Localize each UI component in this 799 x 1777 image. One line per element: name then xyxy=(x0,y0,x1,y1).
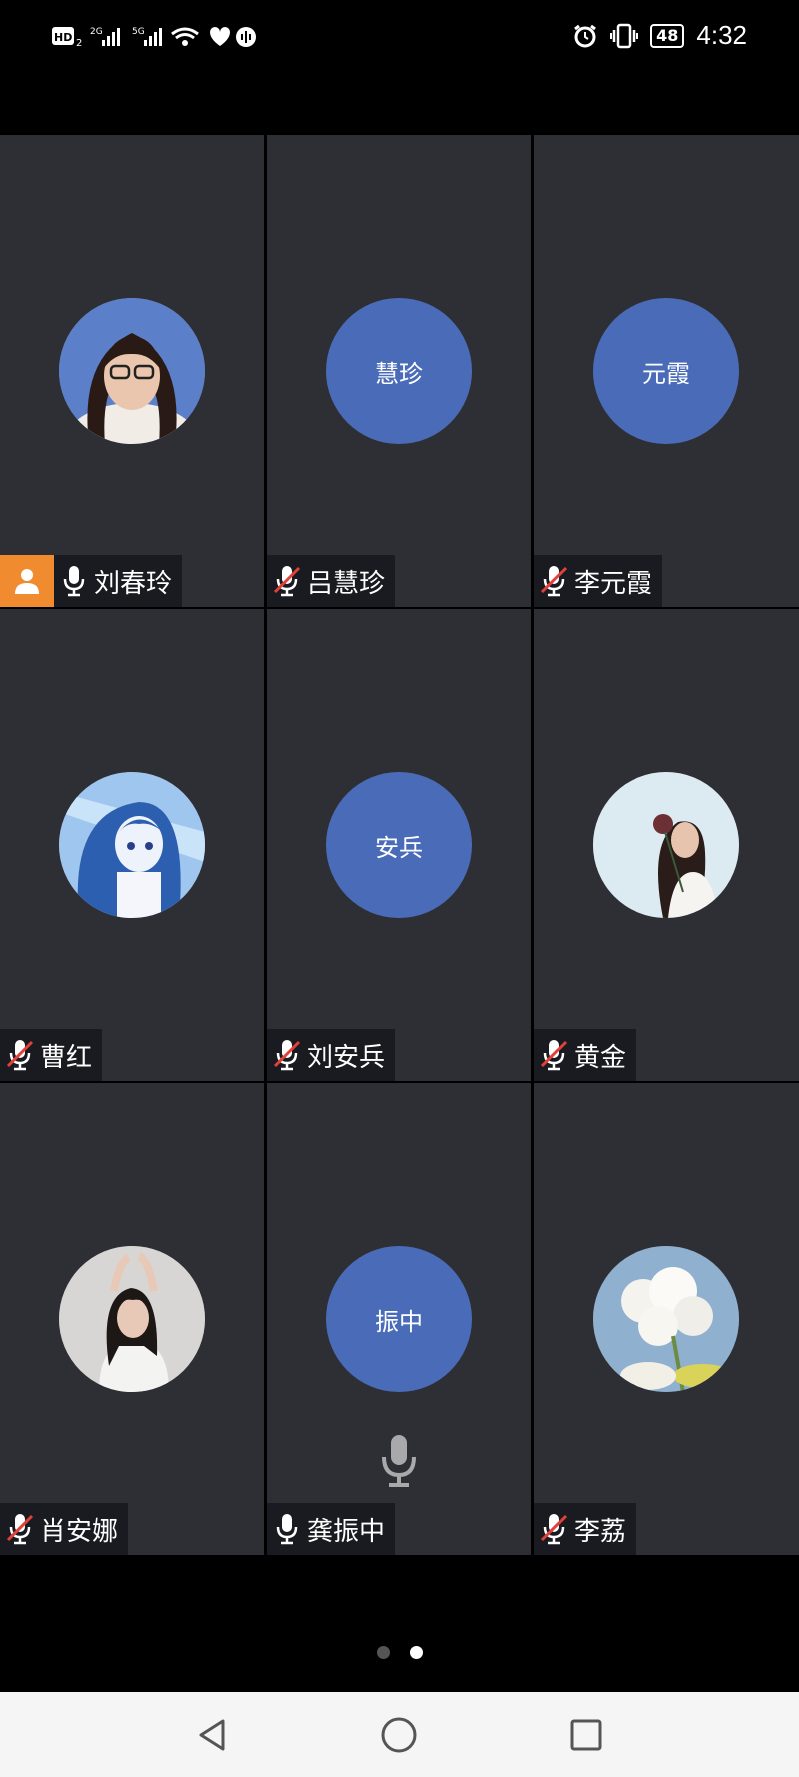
participant-name-tag: 曹红 xyxy=(0,1029,103,1081)
participant-name-tag: 黄金 xyxy=(534,1029,637,1081)
svg-text:5G: 5G xyxy=(132,27,145,37)
participant-tile[interactable]: 刘春玲 xyxy=(0,135,264,607)
home-button[interactable] xyxy=(377,1713,421,1757)
microphone-muted-icon xyxy=(534,1029,574,1081)
participant-name: 龚振中 xyxy=(307,1516,386,1547)
status-left-icons: HD 2 2G 5G xyxy=(50,22,290,52)
back-triangle-icon xyxy=(199,1719,225,1750)
recents-square-icon xyxy=(570,1719,602,1750)
participant-avatar: 元霞 xyxy=(593,298,739,444)
participant-tile[interactable]: 曹红 xyxy=(0,609,264,1081)
status-right-icons: 48 4:32 xyxy=(572,20,747,51)
microphone-muted-icon xyxy=(0,1503,40,1555)
participant-avatar: 安兵 xyxy=(326,772,472,918)
participant-tile[interactable]: 肖安娜 xyxy=(0,1083,264,1555)
participant-name-tag: 龚振中 xyxy=(267,1503,396,1555)
alarm-icon xyxy=(574,24,597,47)
participant-tile[interactable]: 李荔 xyxy=(534,1083,799,1555)
participant-tile[interactable]: 振中 龚振中 xyxy=(267,1083,531,1555)
svg-text:2G: 2G xyxy=(90,27,103,37)
system-nav-bar xyxy=(0,1692,799,1777)
participant-avatar xyxy=(59,1246,205,1392)
participant-name-tag: 肖安娜 xyxy=(0,1503,129,1555)
participant-avatar xyxy=(593,772,739,918)
microphone-muted-icon xyxy=(0,1029,40,1081)
participant-avatar xyxy=(59,298,205,444)
participant-avatar: 振中 xyxy=(326,1246,472,1392)
status-bar: HD 2 2G 5G 48 4:32 xyxy=(0,0,799,135)
back-button[interactable] xyxy=(191,1713,235,1757)
participant-name: 黄金 xyxy=(574,1042,627,1073)
participant-name-tag: 李荔 xyxy=(534,1503,637,1555)
participant-name-tag: 刘春玲 xyxy=(0,555,183,607)
participant-name: 李荔 xyxy=(574,1516,627,1547)
participant-name: 刘春玲 xyxy=(94,568,173,599)
vibrate-icon xyxy=(610,23,639,48)
microphone-icon xyxy=(54,555,94,607)
microphone-muted-icon xyxy=(534,1503,574,1555)
participant-grid: 刘春玲 慧珍 吕慧珍 元霞 李元霞 曹红 安兵 刘安兵 黄金 肖安娜 振中 龚振… xyxy=(0,135,799,1555)
participant-name: 曹红 xyxy=(40,1042,93,1073)
participant-name: 吕慧珍 xyxy=(307,568,386,599)
participant-name-tag: 吕慧珍 xyxy=(267,555,396,607)
page-indicator xyxy=(0,1642,799,1662)
speaking-microphone-icon xyxy=(379,1433,419,1489)
page-dot-active[interactable] xyxy=(409,1645,423,1659)
participant-tile[interactable]: 黄金 xyxy=(534,609,799,1081)
participant-name-tag: 刘安兵 xyxy=(267,1029,396,1081)
microphone-muted-icon xyxy=(267,1029,307,1081)
status-time: 4:32 xyxy=(696,20,747,50)
recents-button[interactable] xyxy=(564,1713,608,1757)
battery-indicator: 48 xyxy=(650,23,685,48)
participant-name: 李元霞 xyxy=(574,568,653,599)
home-circle-icon xyxy=(381,1717,417,1752)
participant-name-tag: 李元霞 xyxy=(534,555,663,607)
participant-avatar: 慧珍 xyxy=(326,298,472,444)
page-dot[interactable] xyxy=(376,1645,390,1659)
microphone-muted-icon xyxy=(267,555,307,607)
participant-name: 肖安娜 xyxy=(40,1516,119,1547)
person-icon xyxy=(0,555,54,607)
participant-name: 刘安兵 xyxy=(307,1042,386,1073)
participant-tile[interactable]: 元霞 李元霞 xyxy=(534,135,799,607)
participant-tile[interactable]: 安兵 刘安兵 xyxy=(267,609,531,1081)
participant-avatar xyxy=(593,1246,739,1392)
svg-text:HD: HD xyxy=(54,31,72,44)
participant-tile[interactable]: 慧珍 吕慧珍 xyxy=(267,135,531,607)
microphone-icon xyxy=(267,1503,307,1555)
participant-avatar xyxy=(59,772,205,918)
svg-text:2: 2 xyxy=(76,38,82,49)
network-status-icons: HD 2 2G 5G xyxy=(52,27,256,49)
microphone-muted-icon xyxy=(534,555,574,607)
